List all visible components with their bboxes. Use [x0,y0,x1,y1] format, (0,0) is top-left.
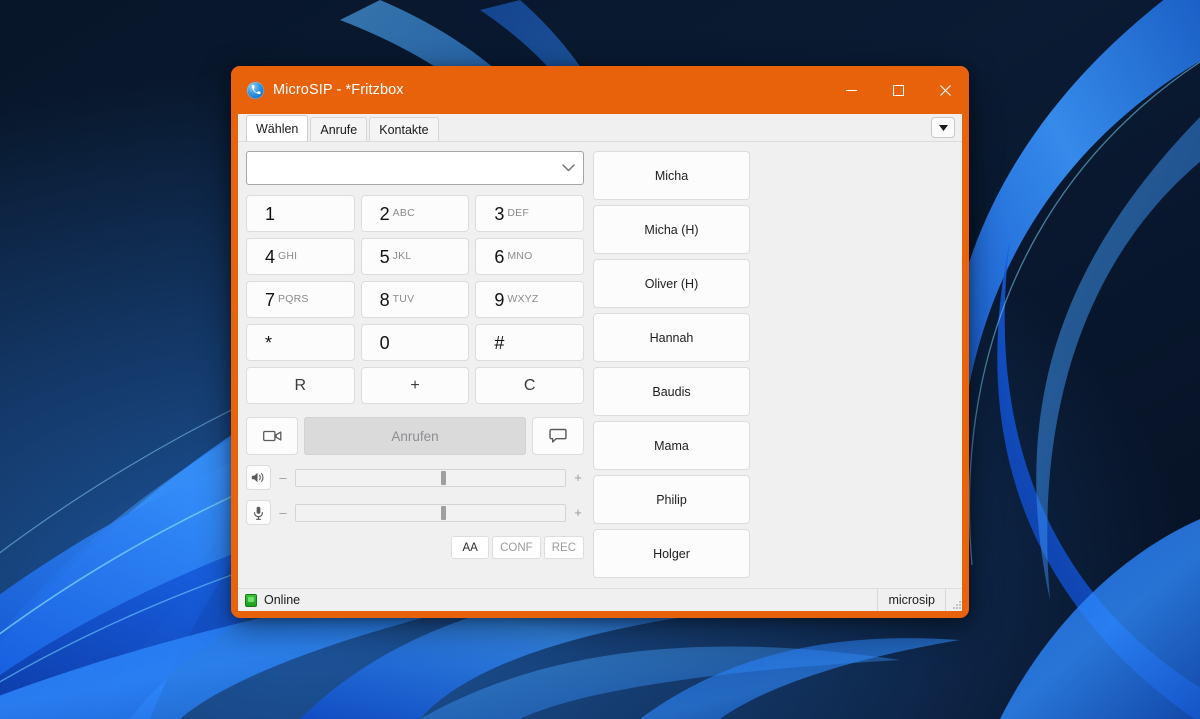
keypad: 1 2 ABC 3 DEF 4 GHI 5 JKL 6 MNO 7 PQRS 8 TUV 9 WXYZ * 0 # R +… [246,195,584,404]
key-r[interactable]: R [246,367,355,404]
key-digit: 7 [265,289,276,310]
tab-anrufe[interactable]: Anrufe [310,117,368,141]
caret-down-icon[interactable] [931,117,955,138]
maximize-icon[interactable] [875,66,922,114]
video-camera-icon[interactable] [246,417,298,455]
key-9[interactable]: 9 WXYZ [475,281,584,318]
key-5[interactable]: 5 JKL [360,238,470,275]
resize-grip-icon[interactable] [945,589,962,611]
speaker-icon[interactable] [246,465,271,490]
call-row: Anrufen [246,417,584,455]
status-bar: Online microsip [238,588,962,611]
microphone-icon[interactable] [246,500,271,525]
grip-dot [953,607,955,609]
chevron-down-icon[interactable] [562,164,575,172]
contact-button[interactable]: Hannah [593,313,750,362]
microsip-window: MicroSIP - *Fritzbox Wählen Anrufe Konta… [231,66,969,618]
status-account[interactable]: microsip [877,589,945,611]
number-input[interactable] [255,160,562,176]
contact-button[interactable]: Philip [593,475,750,524]
grip-dot [959,604,961,606]
key-8[interactable]: 8 TUV [360,281,470,318]
contact-button[interactable]: Holger [593,529,750,578]
phone-online-icon [245,593,257,607]
rec-button[interactable]: REC [543,536,584,559]
tab-kontakte[interactable]: Kontakte [369,117,439,141]
key-digit: 9 [494,289,505,310]
number-combobox[interactable] [246,151,584,185]
minimize-icon[interactable] [828,66,875,114]
contact-button[interactable]: Baudis [593,367,750,416]
message-bubble-icon[interactable] [532,417,584,455]
key-letters: ABC [392,207,415,220]
conf-button[interactable]: CONF [492,536,541,559]
key-6[interactable]: 6 MNO [475,238,584,275]
toggle-row: AA CONF REC [246,536,584,559]
desktop: MicroSIP - *Fritzbox Wählen Anrufe Konta… [0,0,1200,719]
key-letters: PQRS [278,293,309,306]
status-text: Online [264,593,301,607]
key-digit: 2 [379,203,390,224]
contact-button[interactable]: Mama [593,421,750,470]
client-area: Wählen Anrufe Kontakte 12ABC 3 DEF 4 GHI… [238,114,962,611]
speaker-slider-thumb[interactable] [441,470,447,485]
key-letters: TUV [392,293,415,306]
title-bar[interactable]: MicroSIP - *Fritzbox [231,66,969,114]
grip-dot [959,607,961,609]
key-digit: 4 [265,246,276,267]
grip-dot [959,601,961,603]
key-letters: WXYZ [507,293,539,306]
key-digit: 3 [494,203,505,224]
key-digit: 0 [379,332,390,353]
speaker-slider-row: – + [246,465,584,490]
key-7[interactable]: 7 PQRS [246,281,355,318]
key-4[interactable]: 4 GHI [246,238,355,275]
grip-dot [956,604,958,606]
key-plus[interactable]: + [360,367,470,404]
window-controls [828,66,969,114]
speaker-slider[interactable] [295,468,566,487]
speaker-increase-button[interactable]: + [572,471,584,484]
contacts-column: Micha Micha (H) Oliver (H) Hannah Baudis Mama… [593,151,750,611]
contact-button[interactable]: Micha (H) [593,205,750,254]
key-digit: R [294,376,307,394]
key-1[interactable]: 1 [246,195,355,232]
key-digit: # [494,332,505,353]
contact-button[interactable]: Oliver (H) [593,259,750,308]
key-0[interactable]: 0 [360,324,470,361]
key-c[interactable]: C [475,367,584,404]
key-letters: MNO [507,250,533,263]
key-3[interactable]: 3 DEF [475,195,584,232]
key-letters: DEF [507,207,529,220]
call-button[interactable]: Anrufen [304,417,526,455]
key-hash[interactable]: # [475,324,584,361]
window-title: MicroSIP - *Fritzbox [273,82,404,98]
tab-strip: Wählen Anrufe Kontakte [238,114,962,142]
key-letters: GHI [278,250,298,263]
key-letters: JKL [392,250,412,263]
key-digit: C [523,376,536,394]
key-2[interactable]: 2 ABC [360,195,470,232]
microphone-decrease-button[interactable]: – [277,506,289,519]
microphone-slider[interactable] [295,503,566,522]
key-star[interactable]: * [246,324,355,361]
dial-column: 1 2 ABC 3 DEF 4 GHI 5 JKL 6 MNO 7 PQRS 8 TUV 9 WXYZ * 0 # R +… [246,151,584,611]
key-digit: + [410,376,420,394]
speaker-decrease-button[interactable]: – [277,471,289,484]
grip-dot [956,607,958,609]
microphone-slider-thumb[interactable] [441,505,447,520]
microphone-increase-button[interactable]: + [572,506,584,519]
tab-waehlen[interactable]: Wählen [246,115,309,141]
close-icon[interactable] [922,66,969,114]
contact-button[interactable]: Micha [593,151,750,200]
microphone-slider-row: – + [246,500,584,525]
key-digit: * [265,332,273,353]
phone-handset-icon [247,81,264,99]
key-digit: 8 [379,289,390,310]
key-digit: 1 [265,203,276,224]
key-digit: 6 [494,246,505,267]
body-split: 1 2 ABC 3 DEF 4 GHI 5 JKL 6 MNO 7 PQRS 8 TUV 9 WXYZ * 0 # R +… [238,142,962,611]
key-digit: 5 [379,246,390,267]
aa-button[interactable]: AA [451,536,490,559]
